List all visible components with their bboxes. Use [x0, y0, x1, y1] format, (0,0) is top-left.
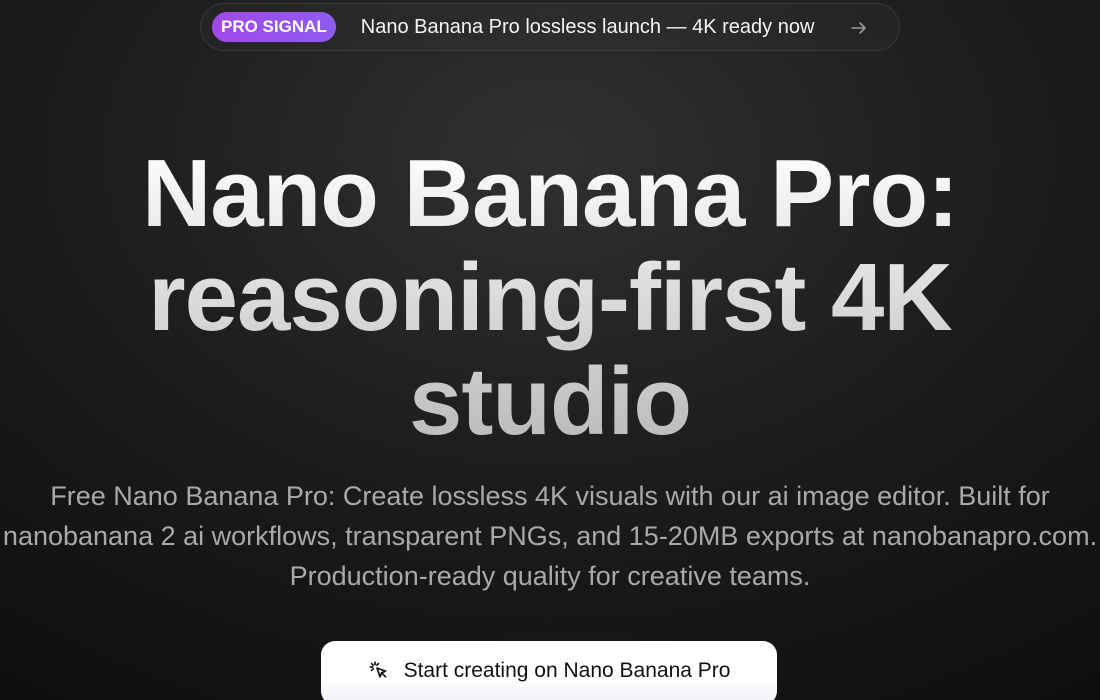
arrow-right-icon[interactable]	[850, 19, 868, 37]
hero-title-line: studio	[409, 348, 691, 455]
hero-description: Free Nano Banana Pro: Create lossless 4K…	[0, 476, 1100, 596]
announcement-bar[interactable]: PRO SIGNAL Nano Banana Pro lossless laun…	[200, 3, 900, 51]
hero-title-line: Nano Banana Pro:	[141, 140, 959, 247]
cursor-click-icon	[369, 660, 386, 678]
start-creating-button[interactable]: Start creating on Nano Banana Pro	[321, 641, 777, 700]
cta-label: Start creating on Nano Banana Pro	[403, 658, 731, 682]
hero-title: Nano Banana Pro: reasoning-first 4K stud…	[0, 142, 1100, 454]
pro-signal-badge: PRO SIGNAL	[212, 12, 336, 42]
hero-title-line: reasoning-first 4K	[148, 244, 952, 351]
cta-content: Start creating on Nano Banana Pro	[368, 658, 731, 683]
announcement-text: Nano Banana Pro lossless launch — 4K rea…	[360, 15, 815, 38]
hero-description-line: Free Nano Banana Pro: Create lossless 4K…	[50, 481, 1050, 511]
hero-description-line: Production-ready quality for creative te…	[289, 561, 811, 591]
hero-description-line: nanobanana 2 ai workflows, transparent P…	[2, 521, 1098, 551]
